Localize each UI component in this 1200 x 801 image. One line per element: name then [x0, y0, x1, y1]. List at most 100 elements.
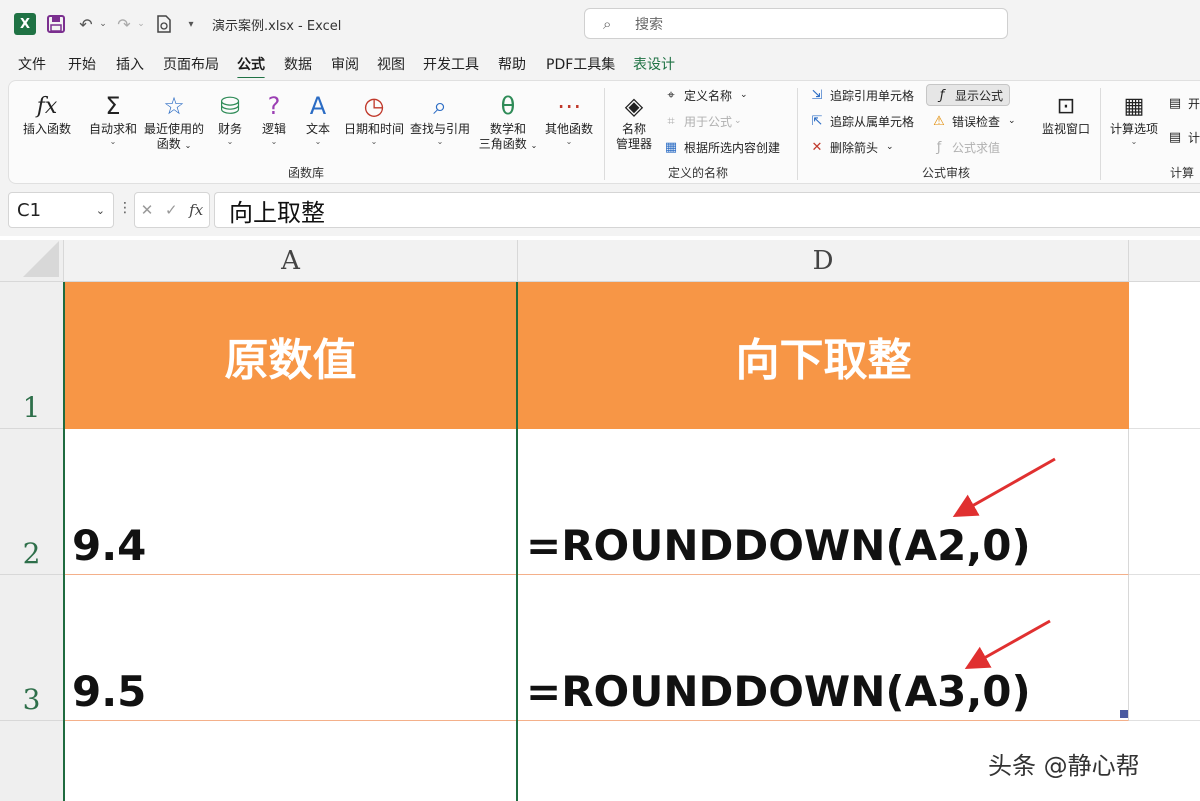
name-box[interactable]: C1 ⌄: [8, 192, 114, 228]
undo-icon[interactable]: ↶: [76, 12, 96, 36]
cancel-icon[interactable]: ✕: [141, 201, 154, 219]
insert-function-icon[interactable]: fx: [189, 201, 203, 219]
app-name: Excel: [306, 19, 342, 34]
cell-e2[interactable]: [1129, 429, 1200, 575]
search-placeholder: 搜索: [635, 16, 663, 33]
chevron-down-icon[interactable]: ⌄: [96, 204, 105, 217]
calculate-sheet-button[interactable]: ▤ 计: [1166, 126, 1200, 148]
group-divider: [797, 88, 798, 180]
math-label-2-row: 三角函数 ⌄: [479, 137, 538, 153]
column-header-e[interactable]: [1129, 240, 1200, 282]
cell-a1[interactable]: 原数值: [64, 282, 518, 429]
defined-names-group-label: 定义的名称: [668, 166, 729, 180]
tab-page-layout[interactable]: 页面布局: [163, 54, 219, 74]
show-formulas-icon: ƒ: [939, 87, 945, 103]
text-button[interactable]: A 文本 ⌄: [298, 90, 338, 147]
cell-d1[interactable]: 向下取整: [518, 282, 1129, 429]
insert-function-button[interactable]: fx 插入函数: [20, 90, 74, 137]
calculate-now-button[interactable]: ▤ 开: [1166, 92, 1200, 114]
formula-input[interactable]: 向上取整: [214, 192, 1200, 228]
remove-arrows-button[interactable]: ✕ 删除箭头 ⌄: [808, 136, 894, 158]
cell-a3[interactable]: 9.5: [64, 575, 518, 721]
tab-home[interactable]: 开始: [68, 54, 96, 74]
trace-dependents-label: 追踪从属单元格: [830, 114, 915, 129]
trace-precedents-icon: ⇲: [811, 87, 823, 103]
select-all-button[interactable]: [0, 240, 64, 282]
calculator-small-icon: ▤: [1168, 95, 1182, 111]
fill-handle[interactable]: [1120, 710, 1128, 718]
math-trig-button[interactable]: θ 数学和 三角函数 ⌄: [476, 90, 540, 153]
watch-window-label: 监视窗口: [1041, 122, 1090, 136]
tab-review[interactable]: 审阅: [331, 54, 359, 74]
worksheet-grid: A D 1 2 3 原数值 向下取整 9.4 =ROUNDDOWN(A2,0) …: [0, 236, 1200, 801]
print-preview-icon[interactable]: [154, 12, 174, 36]
chevron-down-icon: ⌄: [436, 137, 444, 146]
customize-toolbar-icon[interactable]: ▾: [184, 12, 198, 36]
cell-e3[interactable]: [1129, 575, 1200, 721]
financial-button[interactable]: ⛁ 财务 ⌄: [210, 90, 250, 147]
name-manager-button[interactable]: ◈ 名称 管理器: [612, 90, 656, 152]
chevron-down-icon: ⌄: [1130, 137, 1138, 146]
grid-icon: ▦: [664, 139, 678, 155]
watch-window-button[interactable]: ⊡ 监视窗口: [1036, 90, 1096, 137]
selection-border-right: [516, 282, 518, 801]
show-formulas-button[interactable]: ƒ 显示公式: [926, 84, 1011, 106]
tab-insert[interactable]: 插入: [116, 54, 144, 74]
tab-pdf-tools[interactable]: PDF工具集: [546, 54, 615, 74]
use-in-formula-button[interactable]: ⌗ 用于公式 ⌄: [662, 110, 742, 132]
tab-view[interactable]: 视图: [377, 54, 405, 74]
excel-logo-icon: X: [14, 13, 36, 35]
define-name-button[interactable]: ⌖ 定义名称 ⌄: [662, 84, 747, 106]
cell-d2[interactable]: =ROUNDDOWN(A2,0): [518, 429, 1129, 575]
calculator-sheet-icon: ▤: [1168, 129, 1182, 145]
save-icon[interactable]: [46, 12, 66, 36]
cell-d3[interactable]: =ROUNDDOWN(A3,0): [518, 575, 1129, 721]
trace-dependents-button[interactable]: ⇱ 追踪从属单元格: [808, 110, 914, 132]
recent-functions-button[interactable]: ☆ 最近使用的 函数 ⌄: [140, 90, 208, 153]
tab-developer[interactable]: 开发工具: [423, 54, 479, 74]
question-book-icon: ?: [267, 92, 281, 120]
name-box-value: C1: [17, 199, 42, 221]
column-header-a[interactable]: A: [64, 240, 518, 282]
tab-formulas[interactable]: 公式: [237, 54, 265, 80]
undo-dropdown-icon[interactable]: ⌄: [98, 12, 108, 36]
row-header-4[interactable]: [0, 721, 64, 801]
chevron-down-icon: ⌄: [314, 137, 322, 146]
create-from-selection-button[interactable]: ▦ 根据所选内容创建: [662, 136, 780, 158]
cell-a4[interactable]: [64, 721, 518, 801]
tab-help[interactable]: 帮助: [498, 54, 526, 74]
calculation-options-button[interactable]: ▦ 计算选项 ⌄: [1106, 90, 1162, 147]
formula-bar: C1 ⌄ ⋮ ✕ ✓ fx 向上取整: [0, 190, 1200, 236]
formula-bar-grip-icon[interactable]: ⋮: [118, 200, 132, 216]
more-functions-button[interactable]: ⋯ 其他函数 ⌄: [542, 90, 596, 147]
define-name-label: 定义名称: [684, 88, 733, 103]
tab-table-design[interactable]: 表设计: [633, 54, 675, 74]
error-checking-button[interactable]: ⚠ 错误检查 ⌄: [930, 110, 1015, 132]
row-header-1[interactable]: 1: [0, 282, 64, 429]
redo-dropdown-icon[interactable]: ⌄: [136, 12, 146, 36]
trace-precedents-label: 追踪引用单元格: [830, 88, 915, 103]
column-header-d[interactable]: D: [518, 240, 1129, 282]
star-book-icon: ☆: [163, 92, 185, 120]
lookup-button[interactable]: ⌕ 查找与引用 ⌄: [408, 90, 472, 147]
row-header-2[interactable]: 2: [0, 429, 64, 575]
search-box[interactable]: ⌕ 搜索: [584, 8, 1008, 39]
datetime-button[interactable]: ◷ 日期和时间 ⌄: [342, 90, 406, 147]
enter-check-icon[interactable]: ✓: [165, 201, 178, 219]
tab-file[interactable]: 文件: [18, 54, 46, 74]
logical-button[interactable]: ? 逻辑 ⌄: [254, 90, 294, 147]
evaluate-formula-button[interactable]: ƒ 公式求值: [930, 136, 1000, 158]
trace-dependents-icon: ⇱: [811, 113, 823, 129]
tab-data[interactable]: 数据: [284, 54, 312, 74]
datetime-label: 日期和时间: [343, 122, 404, 136]
redo-icon[interactable]: ↷: [114, 12, 134, 36]
calculate-now-label: 开: [1188, 96, 1200, 111]
trace-precedents-button[interactable]: ⇲ 追踪引用单元格: [808, 84, 914, 106]
cell-a2[interactable]: 9.4: [64, 429, 518, 575]
chevron-down-icon: ⌄: [734, 116, 742, 126]
autosum-button[interactable]: Σ 自动求和 ⌄: [86, 90, 140, 147]
math-label-2: 三角函数: [478, 137, 527, 151]
cell-e1[interactable]: [1129, 282, 1200, 429]
row-header-3[interactable]: 3: [0, 575, 64, 721]
function-library-group-label: 函数库: [288, 166, 325, 180]
